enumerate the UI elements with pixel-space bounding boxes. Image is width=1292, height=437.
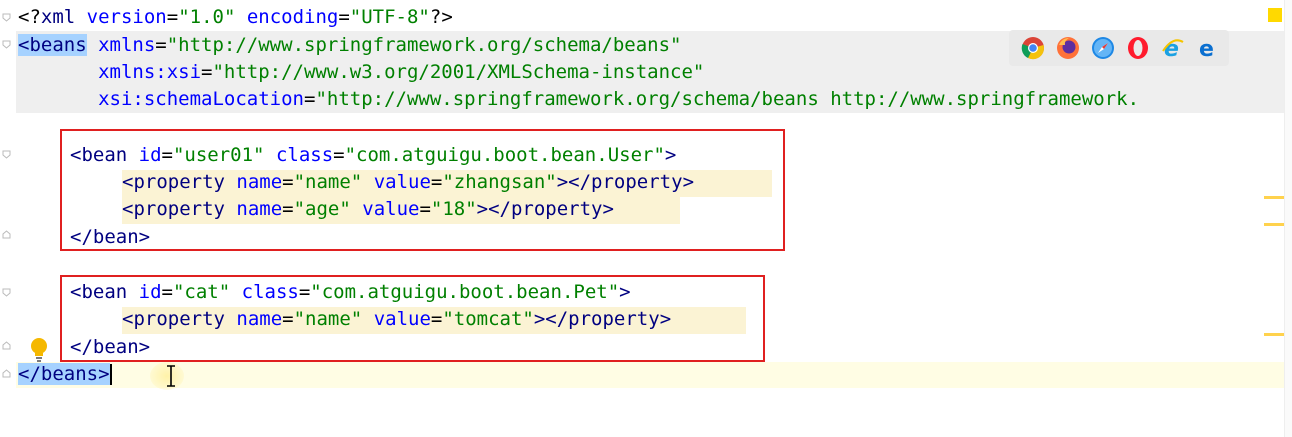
encoding-value: "UTF-8" <box>349 6 430 28</box>
warning-marker[interactable] <box>1264 196 1284 199</box>
beans-open-line[interactable]: <beans xmlns="http://www.springframework… <box>18 32 682 59</box>
xmlns-xsi-value: "http://www.w3.org/2001/XMLSchema-instan… <box>212 61 705 83</box>
pi-open: <? <box>18 6 41 28</box>
editor-gutter <box>0 0 16 437</box>
fold-marker-icon[interactable] <box>2 13 11 22</box>
equals-sign: = <box>338 6 350 28</box>
inspection-status-icon[interactable] <box>1268 8 1282 22</box>
safari-icon[interactable] <box>1089 34 1117 62</box>
xmlns-attribute: xmlns <box>86 34 156 56</box>
fold-marker-icon[interactable] <box>2 341 11 350</box>
beans-close-tag: </beans> <box>18 363 110 385</box>
equals-sign: = <box>303 88 316 110</box>
warning-marker[interactable] <box>1264 223 1284 226</box>
edge-icon[interactable]: e <box>1194 34 1222 62</box>
encoding-attribute: encoding <box>235 6 339 28</box>
xmlns-xsi-attribute: xmlns:xsi <box>98 61 202 83</box>
fold-marker-icon[interactable] <box>2 40 11 49</box>
warning-marker[interactable] <box>1264 333 1284 336</box>
version-attribute: version <box>75 6 167 28</box>
editor-scrollbar[interactable] <box>1284 0 1292 437</box>
fold-marker-icon[interactable] <box>2 230 11 239</box>
firefox-icon[interactable] <box>1054 34 1082 62</box>
text-cursor-icon <box>164 365 178 387</box>
bean-user01-annotation-box <box>60 129 785 251</box>
current-line-highlight <box>16 362 1284 388</box>
ie-icon[interactable]: e <box>1159 34 1187 62</box>
schema-location-attribute: xsi:schemaLocation <box>98 88 304 110</box>
fold-marker-icon[interactable] <box>2 369 11 378</box>
chrome-icon[interactable] <box>1019 34 1047 62</box>
fold-marker-icon[interactable] <box>2 150 11 159</box>
version-value: "1.0" <box>178 6 236 28</box>
equals-sign: = <box>155 34 167 56</box>
opera-icon[interactable] <box>1124 34 1152 62</box>
fold-marker-icon[interactable] <box>2 288 11 297</box>
browser-preview-toolbar: e e <box>1009 30 1229 66</box>
schema-location-value: "http://www.springframework.org/schema/b… <box>315 88 1140 110</box>
lightbulb-icon[interactable] <box>28 336 50 362</box>
xmlns-value: "http://www.springframework.org/schema/b… <box>166 34 682 56</box>
beans-open-tag: <beans <box>18 34 87 56</box>
equals-sign: = <box>166 6 179 28</box>
text-caret <box>109 364 112 385</box>
beans-close-line[interactable]: </beans> <box>18 361 112 388</box>
bean-cat-annotation-box <box>60 275 765 362</box>
schema-location-line[interactable]: xsi:schemaLocation="http://www.springfra… <box>18 86 1139 113</box>
pi-target: xml <box>40 6 76 28</box>
xml-declaration-line[interactable]: <?xml version="1.0" encoding="UTF-8"?> <box>18 4 453 31</box>
xmlns-xsi-line[interactable]: xmlns:xsi="http://www.w3.org/2001/XMLSch… <box>18 59 704 86</box>
svg-text:e: e <box>1199 37 1214 60</box>
equals-sign: = <box>201 61 213 83</box>
pi-close: ?> <box>429 6 453 28</box>
